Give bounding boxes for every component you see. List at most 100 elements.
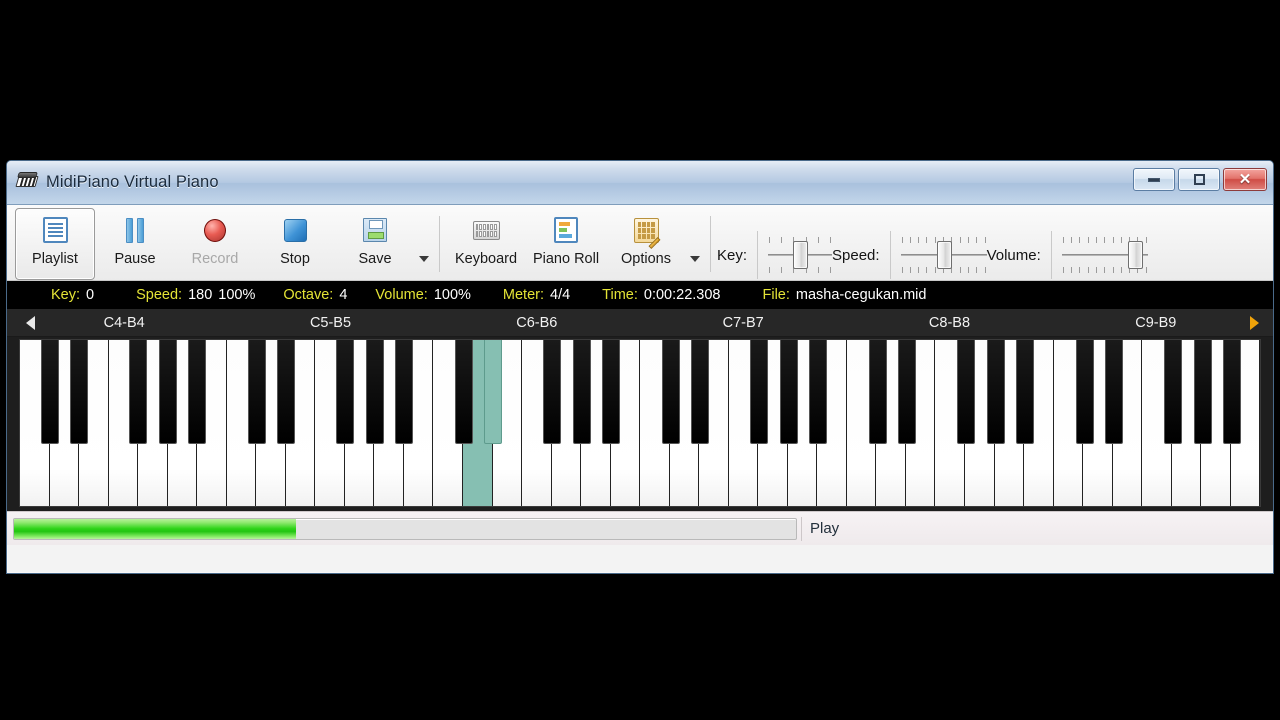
status-file: File: masha-cegukan.mid: [762, 287, 927, 303]
minimize-button[interactable]: [1133, 168, 1175, 191]
stop-button[interactable]: Stop: [255, 208, 335, 280]
black-key[interactable]: [1016, 340, 1035, 444]
black-key[interactable]: [1164, 340, 1183, 444]
black-key[interactable]: [543, 340, 562, 444]
speed-slider-thumb[interactable]: [936, 241, 952, 269]
black-key[interactable]: [957, 340, 976, 444]
octave-label: C7-B7: [722, 315, 764, 331]
volume-slider-group: Volume:: [987, 208, 1148, 280]
maximize-icon: [1193, 174, 1205, 185]
black-key[interactable]: [898, 340, 917, 444]
black-key[interactable]: [365, 340, 384, 444]
playback-status-panel: Play: [801, 516, 1267, 541]
toolbar-separator: [710, 216, 711, 272]
toolbar-separator: [439, 216, 440, 272]
black-key[interactable]: [484, 340, 503, 444]
playlist-button[interactable]: Playlist: [15, 208, 95, 280]
black-key[interactable]: [277, 340, 296, 444]
black-key[interactable]: [986, 340, 1005, 444]
black-key[interactable]: [1193, 340, 1212, 444]
piano-container: [7, 337, 1273, 511]
status-octave: Octave: 4: [283, 287, 348, 303]
playback-status-text: Play: [810, 520, 840, 537]
keyboard-label: Keyboard: [454, 251, 518, 267]
black-key[interactable]: [602, 340, 621, 444]
piano-keyboard[interactable]: [19, 339, 1261, 507]
black-key[interactable]: [1223, 340, 1242, 444]
black-key[interactable]: [454, 340, 473, 444]
key-slider-thumb[interactable]: [793, 241, 809, 269]
keyboard-button[interactable]: Keyboard: [446, 208, 526, 280]
black-key[interactable]: [395, 340, 414, 444]
key-slider-group: Key:: [717, 208, 833, 280]
black-key[interactable]: [188, 340, 207, 444]
black-key[interactable]: [70, 340, 89, 444]
black-key[interactable]: [40, 340, 59, 444]
piano-roll-label: Piano Roll: [532, 251, 600, 267]
volume-slider[interactable]: [1061, 233, 1148, 277]
maximize-button[interactable]: [1178, 168, 1220, 191]
toolbar: Playlist Pause Record Stop Save Keyboard…: [7, 205, 1273, 281]
octave-label: C5-B5: [309, 315, 352, 331]
status-key: Key: 0: [51, 287, 95, 303]
status-speed: Speed: 180 100%: [136, 287, 256, 303]
octave-label: C8-B8: [928, 315, 971, 331]
piano-roll-icon: [554, 215, 578, 245]
octave-label: C4-B4: [103, 315, 145, 331]
window-title: MidiPiano Virtual Piano: [46, 173, 219, 191]
window-controls: ✕: [1133, 168, 1267, 191]
record-icon: [204, 215, 226, 245]
octave-label: C9-B9: [1135, 315, 1177, 331]
save-button[interactable]: Save: [335, 208, 415, 280]
title-bar: MidiPiano Virtual Piano ✕: [7, 161, 1273, 205]
playback-progress-bar[interactable]: [13, 517, 797, 540]
black-key[interactable]: [129, 340, 148, 444]
options-icon: [633, 215, 661, 249]
playlist-icon: [42, 215, 68, 245]
key-slider-label: Key:: [717, 246, 748, 264]
black-key[interactable]: [868, 340, 887, 444]
keyboard-icon: [472, 215, 500, 245]
stop-icon: [283, 215, 307, 245]
record-button[interactable]: Record: [175, 208, 255, 280]
record-label: Record: [191, 251, 239, 267]
pause-icon: [126, 215, 144, 245]
screen: MidiPiano Virtual Piano ✕ Playlist Pause…: [0, 0, 1280, 720]
stop-label: Stop: [280, 251, 310, 267]
close-button[interactable]: ✕: [1223, 168, 1267, 191]
progress-fill: [14, 518, 296, 539]
black-key[interactable]: [661, 340, 680, 444]
status-volume: Volume: 100%: [375, 287, 471, 303]
black-key[interactable]: [572, 340, 591, 444]
pause-button[interactable]: Pause: [95, 208, 175, 280]
speed-slider-group: Speed:: [832, 208, 987, 280]
octave-label: C6-B6: [516, 315, 558, 331]
speed-slider-label: Speed:: [832, 246, 880, 264]
key-slider[interactable]: [768, 233, 833, 277]
options-dropdown-button[interactable]: [686, 208, 704, 280]
status-time: Time: 0:00:22.308: [602, 287, 721, 303]
bottom-bar: Play: [7, 511, 1273, 545]
save-icon: [363, 215, 387, 245]
save-dropdown-button[interactable]: [415, 208, 433, 280]
options-button[interactable]: Options: [606, 208, 686, 280]
options-label: Options: [621, 251, 671, 267]
black-key[interactable]: [779, 340, 798, 444]
save-label: Save: [358, 251, 392, 267]
black-key[interactable]: [247, 340, 266, 444]
black-key[interactable]: [809, 340, 828, 444]
black-key[interactable]: [1105, 340, 1124, 444]
black-key[interactable]: [158, 340, 177, 444]
octave-labels: C4-B4 C5-B5 C6-B6 C7-B7 C8-B8 C9-B9: [21, 309, 1259, 337]
volume-slider-thumb[interactable]: [1127, 241, 1143, 269]
black-key[interactable]: [336, 340, 355, 444]
scroll-right-button[interactable]: [1243, 309, 1265, 337]
black-key[interactable]: [1075, 340, 1094, 444]
close-icon: ✕: [1238, 171, 1252, 188]
black-key[interactable]: [750, 340, 769, 444]
piano-roll-button[interactable]: Piano Roll: [526, 208, 606, 280]
pause-label: Pause: [114, 251, 156, 267]
speed-slider[interactable]: [900, 233, 987, 277]
black-key[interactable]: [691, 340, 710, 444]
chevron-down-icon: [690, 256, 700, 262]
